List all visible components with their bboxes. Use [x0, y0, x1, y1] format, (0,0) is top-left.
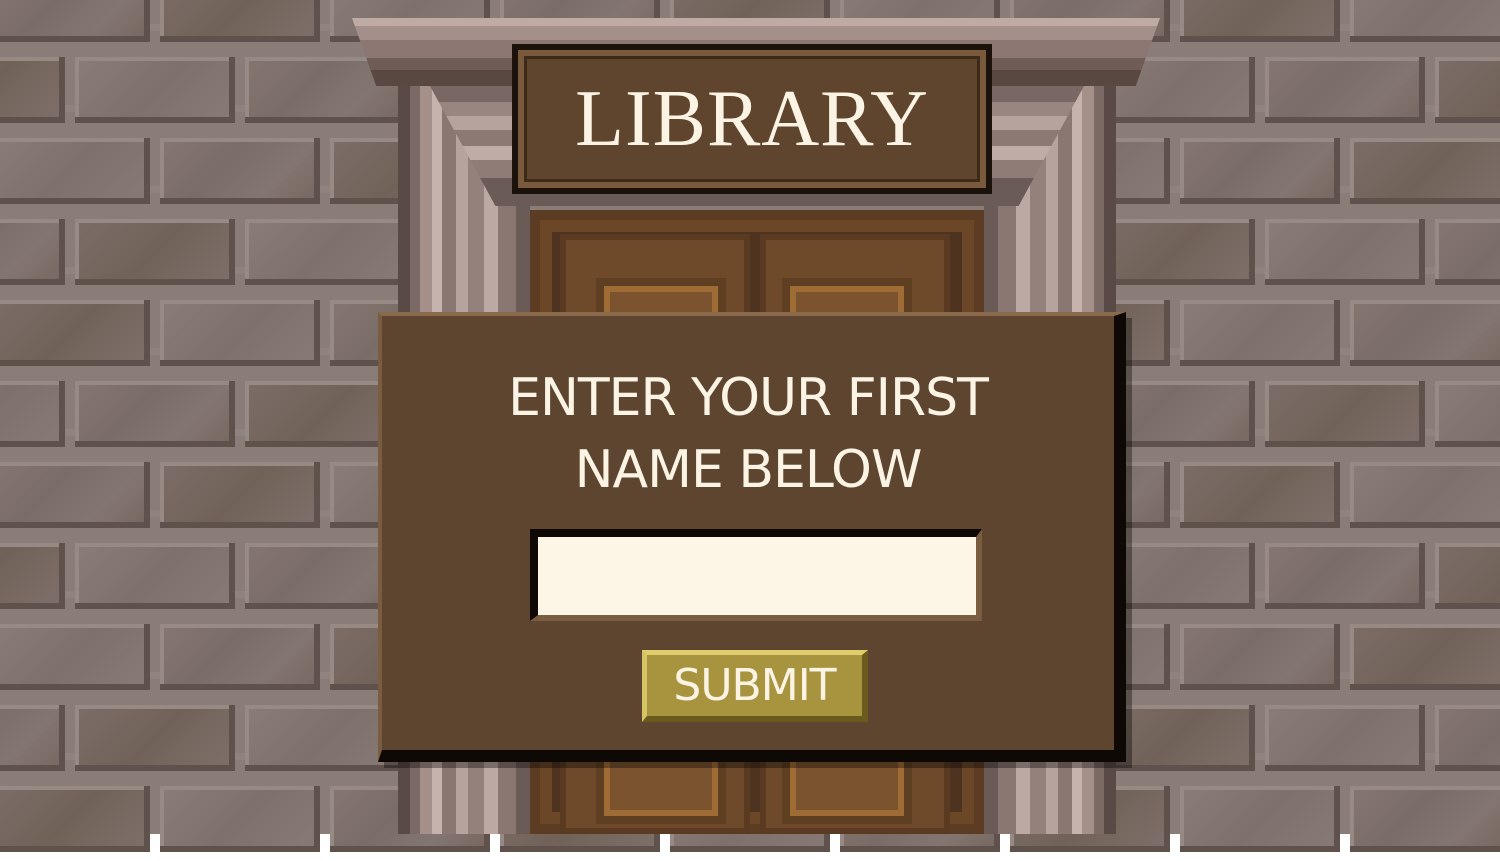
brick — [0, 0, 150, 42]
brick — [1265, 57, 1425, 123]
brick — [75, 219, 235, 285]
brick — [75, 705, 235, 771]
brick — [160, 300, 320, 366]
brick — [0, 462, 150, 528]
prompt-text: ENTER YOUR FIRST NAME BELOW — [382, 362, 1114, 506]
brick — [1350, 624, 1500, 690]
brick — [1265, 219, 1425, 285]
name-entry-panel: ENTER YOUR FIRST NAME BELOW SUBMIT — [378, 312, 1126, 762]
brick — [1095, 219, 1255, 285]
brick — [160, 138, 320, 204]
brick — [160, 624, 320, 690]
brick — [1180, 786, 1340, 852]
brick — [160, 786, 320, 852]
brick — [1180, 300, 1340, 366]
brick — [1180, 138, 1340, 204]
brick — [1350, 138, 1500, 204]
brick — [75, 57, 235, 123]
brick — [1265, 705, 1425, 771]
brick — [1180, 462, 1340, 528]
submit-button[interactable]: SUBMIT — [642, 650, 868, 722]
brick — [1350, 300, 1500, 366]
brick — [1180, 0, 1340, 42]
brick — [1350, 462, 1500, 528]
brick — [0, 624, 150, 690]
brick — [0, 138, 150, 204]
brick — [1435, 705, 1500, 771]
brick — [75, 381, 235, 447]
brick — [1265, 543, 1425, 609]
prompt-line-1: ENTER YOUR FIRST — [508, 368, 989, 428]
brick — [1435, 219, 1500, 285]
brick — [0, 57, 65, 123]
brick — [1435, 543, 1500, 609]
brick — [160, 462, 320, 528]
brick — [1350, 0, 1500, 42]
brick — [0, 300, 150, 366]
brick — [1435, 57, 1500, 123]
brick — [75, 543, 235, 609]
brick — [0, 219, 65, 285]
brick — [1350, 786, 1500, 852]
brick — [0, 786, 150, 852]
first-name-input[interactable] — [530, 529, 982, 621]
brick — [0, 543, 65, 609]
prompt-line-2: NAME BELOW — [574, 440, 923, 500]
brick — [0, 381, 65, 447]
brick — [1435, 381, 1500, 447]
brick — [1265, 381, 1425, 447]
sign-title: LIBRARY — [575, 74, 929, 163]
brick — [1180, 624, 1340, 690]
library-sign: LIBRARY — [512, 44, 992, 194]
brick — [245, 219, 405, 285]
brick — [0, 705, 65, 771]
brick — [160, 0, 320, 42]
